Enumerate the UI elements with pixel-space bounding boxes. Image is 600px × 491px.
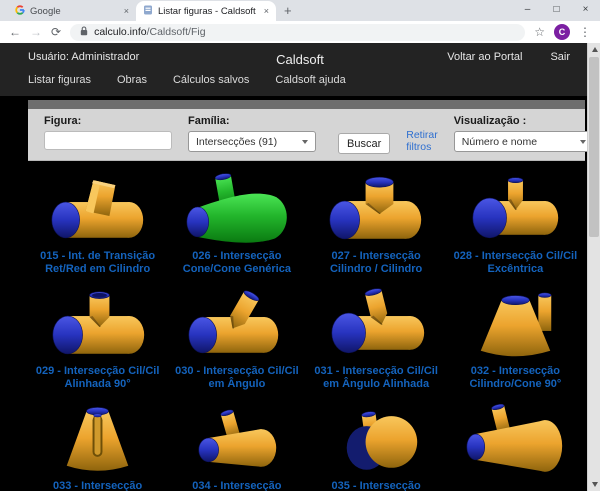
close-window-button[interactable]: × (571, 0, 600, 21)
figure-thumbnail[interactable] (28, 168, 167, 248)
google-logo-icon (15, 5, 25, 18)
buscar-button[interactable]: Buscar (338, 133, 390, 154)
browser-menu-icon[interactable]: ⋮ (579, 25, 591, 39)
nav-item-calculos-salvos[interactable]: Cálculos salvos (173, 74, 249, 86)
close-tab-icon[interactable]: × (264, 6, 269, 16)
tab-title: Listar figuras - Caldsoft (158, 6, 259, 17)
nav-item-listar-figuras[interactable]: Listar figuras (28, 74, 91, 86)
bookmark-star-icon[interactable]: ☆ (534, 25, 545, 39)
nav-item-obras[interactable]: Obras (117, 74, 147, 86)
figure-label[interactable] (511, 478, 519, 491)
minimize-button[interactable]: – (513, 0, 542, 21)
figure-card-030[interactable]: 030 - Intersecção Cil/Cil em Ângulo (167, 283, 306, 392)
figure-thumbnail[interactable] (28, 398, 167, 478)
content-top-strip (28, 100, 585, 109)
scroll-up-icon[interactable] (588, 43, 600, 56)
address-bar[interactable]: calculo.info/Caldsoft/Fig (70, 24, 525, 41)
figure-thumbnail[interactable] (446, 398, 585, 478)
retirar-filtros-link[interactable]: Retirar filtros (406, 129, 438, 153)
figure-thumbnail[interactable] (446, 168, 585, 248)
page-scrollbar[interactable] (587, 43, 600, 491)
tab-google[interactable]: Google × (8, 1, 136, 21)
scrollbar-thumb[interactable] (589, 57, 599, 237)
familia-select-value: Intersecções (91) (196, 136, 277, 148)
header-link-voltar-ao-portal[interactable]: Voltar ao Portal (447, 51, 522, 63)
figure-card-015[interactable]: 015 - Int. de Transição Ret/Red em Cilin… (28, 168, 167, 277)
back-icon[interactable]: ← (9, 26, 21, 38)
figure-thumbnail[interactable] (446, 283, 585, 363)
tab-strip: Google × Listar figuras - Caldsoft × + –… (0, 0, 600, 21)
header-link-sair[interactable]: Sair (550, 51, 570, 63)
figure-grid: 015 - Int. de Transição Ret/Red em Cilin… (28, 168, 585, 491)
figure-card-034[interactable]: 034 - Intersecção Cil/Cone (167, 398, 306, 491)
chevron-down-icon (580, 140, 586, 144)
figure-label[interactable]: 034 - Intersecção Cil/Cone (167, 478, 306, 491)
visualizacao-select[interactable]: Número e nome (454, 131, 594, 152)
nav-item-caldsoft-ajuda[interactable]: Caldsoft ajuda (275, 74, 345, 86)
figure-card-029[interactable]: 029 - Intersecção Cil/Cil Alinhada 90° (28, 283, 167, 392)
figure-thumbnail[interactable] (167, 283, 306, 363)
figure-label[interactable]: 027 - Intersecção Cilindro / Cilindro (307, 248, 446, 277)
filter-panel: Figura: Família: Intersecções (91) Busca… (28, 109, 585, 161)
figure-label[interactable]: 015 - Int. de Transição Ret/Red em Cilin… (28, 248, 167, 277)
figure-card-027[interactable]: 027 - Intersecção Cilindro / Cilindro (307, 168, 446, 277)
visualizacao-label: Visualização : (454, 115, 594, 127)
page-viewport: Usuário: Administrador Caldsoft Voltar a… (0, 43, 600, 491)
figure-label[interactable]: 031 - Intersecção Cil/Cil em Ângulo Alin… (307, 363, 446, 392)
new-tab-button[interactable]: + (284, 4, 292, 18)
figure-card-033[interactable]: 033 - Intersecção Cilindro/Cone (28, 398, 167, 491)
figure-card-026[interactable]: 026 - Intersecção Cone/Cone Genérica (167, 168, 306, 277)
browser-toolbar: ← → ⟳ calculo.info/Caldsoft/Fig ☆ C ⋮ (0, 21, 600, 43)
figure-label[interactable]: 033 - Intersecção Cilindro/Cone (28, 478, 167, 491)
figure-thumbnail[interactable] (307, 283, 446, 363)
figure-card-extra[interactable] (446, 398, 585, 491)
url-host: calculo.info (94, 26, 147, 38)
tab-title: Google (30, 6, 119, 17)
figura-label: Figura: (44, 115, 172, 127)
figure-label[interactable]: 030 - Intersecção Cil/Cil em Ângulo (167, 363, 306, 392)
familia-select[interactable]: Intersecções (91) (188, 131, 316, 152)
visualizacao-select-value: Número e nome (462, 136, 537, 148)
tab-caldsoft[interactable]: Listar figuras - Caldsoft × (136, 1, 276, 21)
window-controls: – □ × (513, 0, 600, 21)
figure-label[interactable]: 032 - Intersecção Cilindro/Cone 90° (446, 363, 585, 392)
figura-input[interactable] (44, 131, 172, 150)
figure-card-028[interactable]: 028 - Intersecção Cil/Cil Excêntrica (446, 168, 585, 277)
figure-thumbnail[interactable] (307, 168, 446, 248)
lock-icon (80, 26, 88, 39)
figure-label[interactable]: 035 - Intersecção Cil/Cone (307, 478, 446, 491)
maximize-button[interactable]: □ (542, 0, 571, 21)
scroll-down-icon[interactable] (588, 478, 600, 491)
figure-label[interactable]: 029 - Intersecção Cil/Cil Alinhada 90° (28, 363, 167, 392)
figure-card-032[interactable]: 032 - Intersecção Cilindro/Cone 90° (446, 283, 585, 392)
chevron-down-icon (302, 140, 308, 144)
familia-label: Família: (188, 115, 316, 127)
caldsoft-favicon-icon (143, 5, 153, 18)
figure-label[interactable]: 028 - Intersecção Cil/Cil Excêntrica (446, 248, 585, 277)
figure-card-031[interactable]: 031 - Intersecção Cil/Cil em Ângulo Alin… (307, 283, 446, 392)
forward-icon[interactable]: → (30, 26, 42, 38)
figure-label[interactable]: 026 - Intersecção Cone/Cone Genérica (167, 248, 306, 277)
close-tab-icon[interactable]: × (124, 6, 129, 16)
refresh-icon[interactable]: ⟳ (51, 26, 61, 38)
figure-card-035[interactable]: 035 - Intersecção Cil/Cone (307, 398, 446, 491)
url-path: /Caldsoft/Fig (147, 26, 206, 38)
site-header: Usuário: Administrador Caldsoft Voltar a… (0, 43, 600, 96)
figure-thumbnail[interactable] (167, 398, 306, 478)
figure-thumbnail[interactable] (167, 168, 306, 248)
figure-thumbnail[interactable] (28, 283, 167, 363)
profile-avatar[interactable]: C (554, 24, 570, 40)
header-links: Voltar ao Portal Sair (447, 51, 570, 63)
figure-thumbnail[interactable] (307, 398, 446, 478)
